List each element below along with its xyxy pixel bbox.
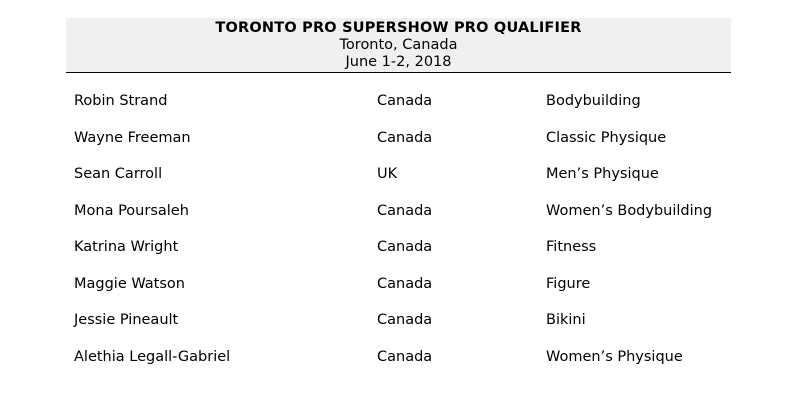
competitor-country: UK <box>377 166 398 183</box>
table-row: Alethia Legall-Gabriel Canada Women’s Ph… <box>66 339 731 376</box>
competitor-country: Canada <box>377 239 433 256</box>
competitor-division: Bikini <box>546 312 586 329</box>
results-table: Robin Strand Canada Bodybuilding Wayne F… <box>66 83 731 375</box>
competitor-name: Wayne Freeman <box>74 129 191 146</box>
competitor-division: Figure <box>546 275 591 292</box>
competitor-country: Canada <box>377 202 433 219</box>
table-row: Sean Carroll UK Men’s Physique <box>66 156 731 193</box>
event-location: Toronto, Canada <box>339 37 458 53</box>
competitor-country: Canada <box>377 93 433 110</box>
competitor-country: Canada <box>377 348 433 365</box>
competitor-name: Mona Poursaleh <box>74 202 189 219</box>
event-title: TORONTO PRO SUPERSHOW PRO QUALIFIER <box>215 20 582 36</box>
table-row: Robin Strand Canada Bodybuilding <box>66 83 731 120</box>
competitor-division: Women’s Physique <box>546 348 683 365</box>
event-date: June 1-2, 2018 <box>345 54 452 70</box>
competitor-name: Jessie Pineault <box>74 312 179 329</box>
competitor-division: Women’s Bodybuilding <box>546 202 713 219</box>
competitor-name: Katrina Wright <box>74 239 179 256</box>
competitor-division: Men’s Physique <box>546 166 659 183</box>
competitor-division: Bodybuilding <box>546 93 641 110</box>
table-row: Maggie Watson Canada Figure <box>66 266 731 303</box>
competitor-name: Maggie Watson <box>74 275 185 292</box>
competitor-country: Canada <box>377 129 433 146</box>
competitor-name: Sean Carroll <box>74 166 163 183</box>
event-header: TORONTO PRO SUPERSHOW PRO QUALIFIER Toro… <box>66 18 731 73</box>
table-row: Jessie Pineault Canada Bikini <box>66 302 731 339</box>
competitor-name: Robin Strand <box>74 93 168 110</box>
table-row: Mona Poursaleh Canada Women’s Bodybuildi… <box>66 193 731 230</box>
competitor-division: Classic Physique <box>546 129 667 146</box>
competitor-division: Fitness <box>546 239 597 256</box>
table-row: Katrina Wright Canada Fitness <box>66 229 731 266</box>
competitor-country: Canada <box>377 312 433 329</box>
event-card: TORONTO PRO SUPERSHOW PRO QUALIFIER Toro… <box>66 18 731 73</box>
competitor-name: Alethia Legall-Gabriel <box>74 348 231 365</box>
competitor-country: Canada <box>377 275 433 292</box>
table-row: Wayne Freeman Canada Classic Physique <box>66 120 731 157</box>
